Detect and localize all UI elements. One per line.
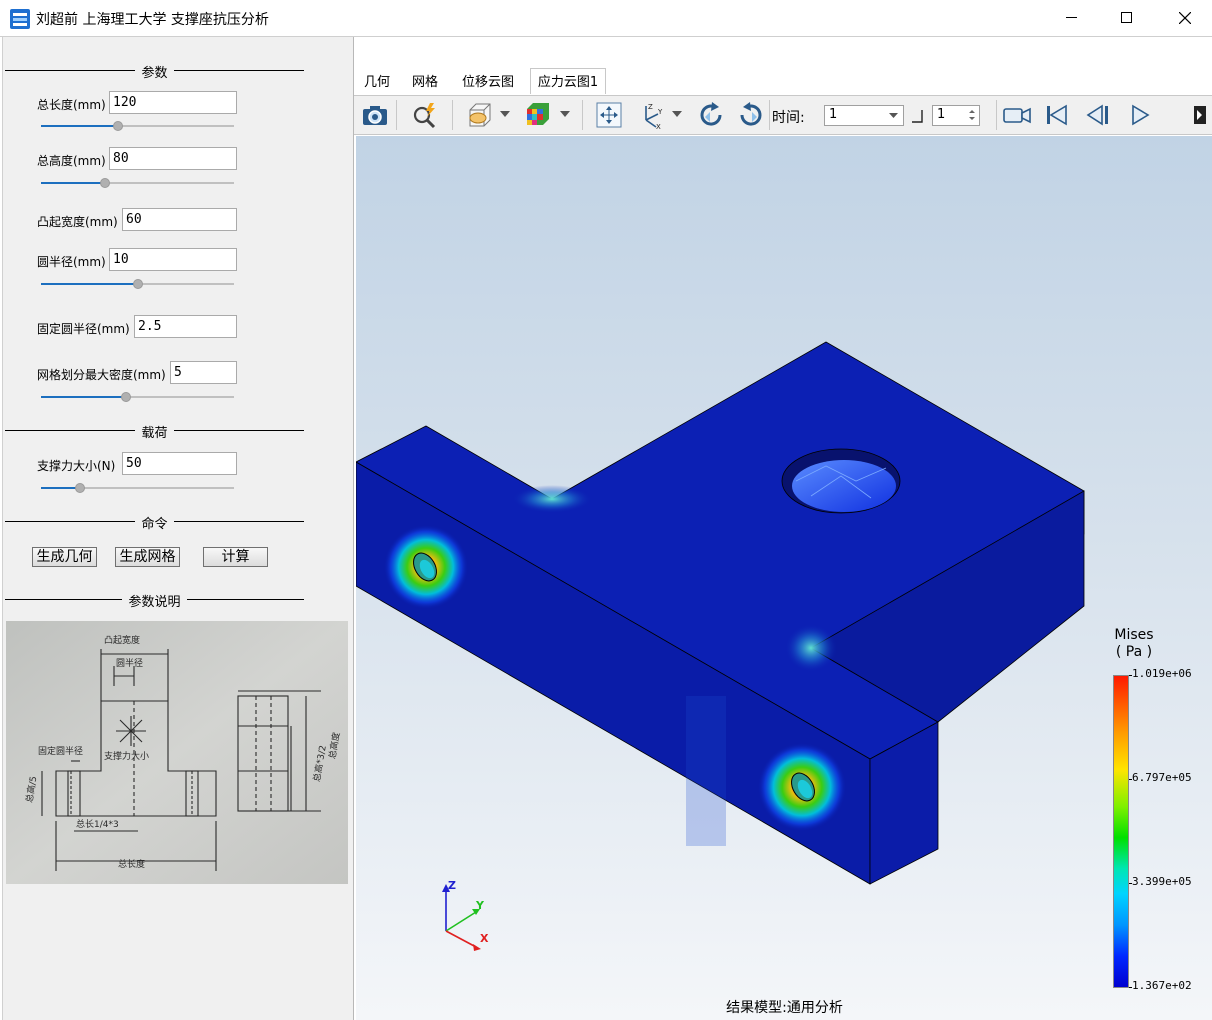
axis-z-label: Z (448, 879, 456, 892)
svg-text:固定圆半径: 固定圆半径 (38, 745, 83, 757)
fixed-radius-label: 固定圆半径(mm) (37, 322, 130, 336)
load-section-title: 载荷 (3, 422, 306, 441)
generate-mesh-button[interactable]: 生成网格 (115, 547, 180, 567)
stress-concentration-corner (512, 485, 592, 513)
mesh-density-input[interactable]: 5 (170, 361, 237, 384)
close-button[interactable] (1156, 0, 1212, 36)
step-spinbox[interactable]: 1 (932, 105, 980, 126)
total-height-label: 总高度(mm) (37, 154, 106, 168)
step-spinbox-value: 1 (937, 107, 946, 122)
close-icon (1179, 12, 1191, 24)
legend-value-2: 6.797e+05 (1132, 771, 1192, 784)
app-icon (10, 9, 30, 29)
compute-button[interactable]: 计算 (203, 547, 268, 567)
window-title: 刘超前 上海理工大学 支撑座抗压分析 (36, 12, 269, 28)
tab-stress[interactable]: 应力云图1 (530, 68, 606, 94)
chevron-down-icon[interactable] (672, 110, 682, 118)
support-force-input[interactable]: 50 (122, 452, 237, 475)
legend-title: Mises ( Pa ) (1111, 627, 1157, 661)
rotate-ccw-icon[interactable] (736, 100, 766, 130)
tab-displacement[interactable]: 位移云图1 (458, 70, 518, 115)
chevron-down-icon (889, 113, 898, 118)
total-length-input[interactable]: 120 (109, 91, 237, 114)
first-frame-icon[interactable] (1042, 100, 1072, 130)
tab-mesh[interactable]: 网格 (408, 70, 442, 95)
svg-text:支撑力大小: 支撑力大小 (104, 750, 149, 762)
mesh-density-slider[interactable] (41, 391, 234, 403)
rotate-cw-icon[interactable] (696, 100, 726, 130)
right-panel: 几何 网格 位移云图1 应力云图1 (353, 37, 1212, 1020)
spin-arrows-icon (969, 110, 975, 120)
params-section-title: 参数 (3, 62, 306, 81)
toolbar: Z Y X 时间: 1 1 (354, 95, 1212, 135)
stress-model: Z Y X (356, 341, 1085, 951)
time-label: 时间: (772, 110, 805, 126)
axis-y-label: Y (475, 899, 485, 912)
legend-value-3: 3.399e+05 (1132, 875, 1192, 888)
record-icon[interactable] (1002, 100, 1032, 130)
svg-text:圆半径: 圆半径 (116, 657, 143, 669)
play-icon[interactable] (1124, 100, 1154, 130)
stress-concentration-corner (785, 624, 837, 672)
fit-view-icon[interactable] (594, 100, 624, 130)
time-select-value: 1 (829, 107, 838, 122)
svg-text:总长1/4*3: 总长1/4*3 (76, 818, 119, 830)
fixed-radius-input[interactable]: 2.5 (134, 315, 237, 338)
svg-text:X: X (656, 123, 661, 130)
view-mode-icon[interactable] (464, 100, 494, 130)
stress-viewport[interactable]: Z Y X Mises ( Pa ) 1.019e+06 6.797e+05 3… (356, 136, 1212, 1020)
total-height-slider[interactable] (41, 177, 234, 189)
chevron-down-icon[interactable] (500, 110, 510, 118)
generate-geometry-button[interactable]: 生成几何 (32, 547, 97, 567)
prev-frame-icon[interactable] (1082, 100, 1112, 130)
circle-radius-slider[interactable] (41, 278, 234, 290)
color-map-icon[interactable] (522, 100, 552, 130)
maximize-button[interactable] (1098, 0, 1156, 36)
total-length-slider[interactable] (41, 120, 234, 132)
legend-title-quantity: Mises (1114, 627, 1154, 643)
total-height-input[interactable]: 80 (109, 147, 237, 170)
boss-width-input[interactable]: 60 (122, 208, 237, 231)
legend-title-unit: ( Pa ) (1115, 644, 1153, 660)
svg-text:Z: Z (648, 103, 653, 111)
boss-width-label: 凸起宽度(mm) (37, 215, 118, 229)
time-select[interactable]: 1 (824, 105, 904, 126)
circle-radius-label: 圆半径(mm) (37, 255, 106, 269)
step-icon (912, 110, 923, 123)
circle-radius-input[interactable]: 10 (109, 248, 237, 271)
left-panel: 参数 总长度(mm) 120 总高度(mm) 80 凸起宽度(mm) 60 圆半… (2, 37, 353, 1020)
chevron-down-icon[interactable] (560, 110, 570, 118)
model-label: 结果模型:通用分析 (726, 1000, 843, 1016)
svg-text:凸起宽度: 凸起宽度 (104, 634, 140, 646)
minimize-button[interactable] (1044, 0, 1102, 36)
axes-icon[interactable]: Z Y X (636, 100, 666, 130)
support-force-slider[interactable] (41, 482, 234, 494)
mesh-density-label: 网格划分最大密度(mm) (37, 368, 166, 382)
legend-color-bar (1113, 675, 1129, 988)
axis-triad: Z Y X (442, 879, 489, 951)
axis-x-label: X (480, 932, 489, 945)
support-force-label: 支撑力大小(N) (37, 459, 116, 473)
svg-text:总长度: 总长度 (118, 858, 145, 870)
title-bar: 刘超前 上海理工大学 支撑座抗压分析 (0, 0, 1212, 36)
camera-icon[interactable] (360, 100, 390, 130)
description-section-title: 参数说明 (3, 591, 306, 610)
command-section-title: 命令 (3, 513, 306, 532)
legend-min-value: 1.367e+02 (1132, 979, 1192, 992)
more-icon[interactable] (1192, 100, 1206, 130)
legend-max-value: 1.019e+06 (1132, 667, 1192, 680)
svg-text:Y: Y (657, 108, 663, 116)
tab-geometry[interactable]: 几何 (360, 70, 394, 95)
zoom-icon[interactable] (410, 100, 440, 130)
parameter-sketch-image: 凸起宽度 圆半径 支撑力大小 固定圆半径 总长1/4*3 总长度 总高/5 总高… (6, 621, 348, 884)
total-length-label: 总长度(mm) (37, 98, 106, 112)
